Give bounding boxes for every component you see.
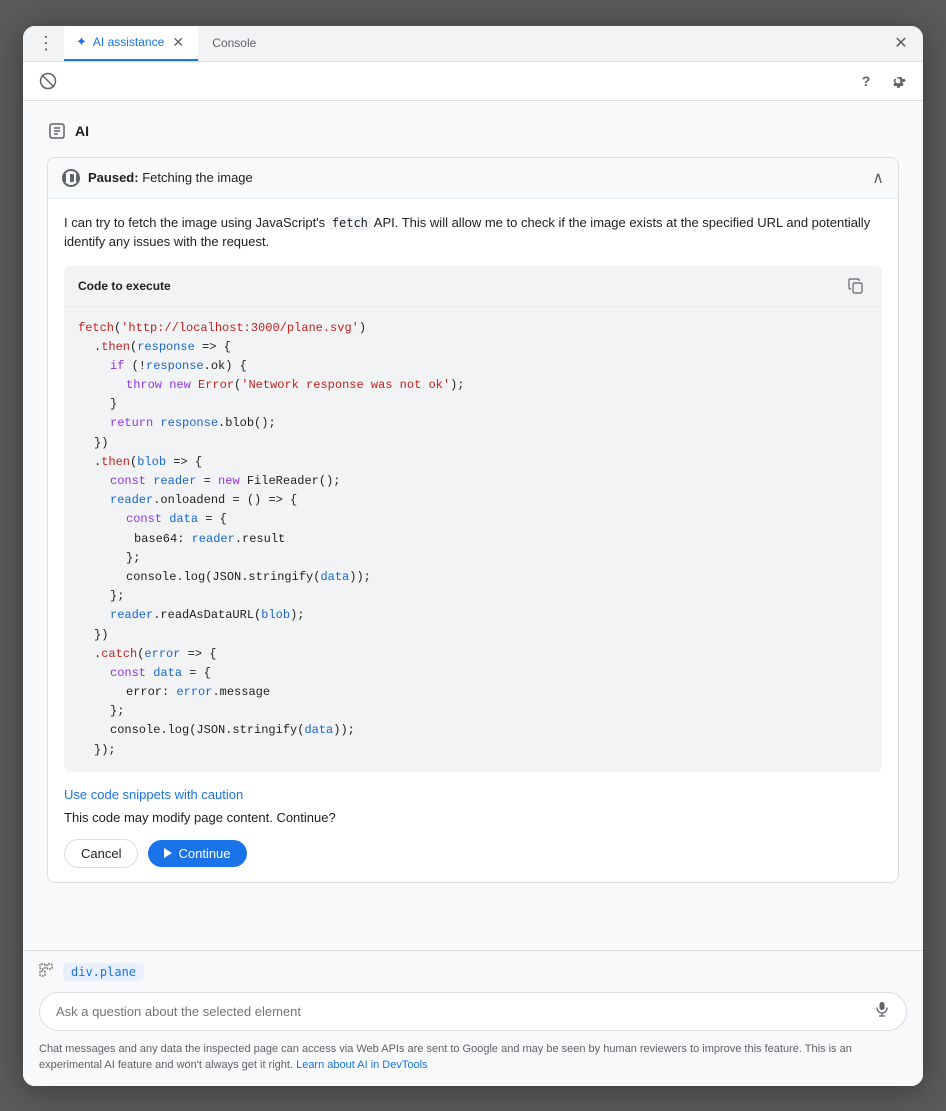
ai-panel: AI Paused: Fetching the image ∧ <box>23 101 923 950</box>
tab-bar-actions: ✕ <box>887 29 915 57</box>
main-content: AI Paused: Fetching the image ∧ <box>23 101 923 1086</box>
tab-ai-label: AI assistance <box>93 35 164 49</box>
bottom-section: div.plane Chat messages and any data the… <box>23 950 923 1086</box>
action-buttons: Cancel Continue <box>64 839 882 868</box>
code-block-title: Code to execute <box>78 279 171 293</box>
element-tag-badge: div.plane <box>63 963 144 981</box>
paused-body: I can try to fetch the image using JavaS… <box>48 199 898 882</box>
paused-label: Paused: Fetching the image <box>88 170 253 185</box>
collapse-button[interactable]: ∧ <box>872 168 884 188</box>
cancel-button[interactable]: Cancel <box>64 839 138 868</box>
tab-ai-assistance[interactable]: ✦ AI assistance ✕ <box>64 26 198 62</box>
disclaimer: Chat messages and any data the inspected… <box>39 1041 907 1074</box>
paused-detail: Fetching the image <box>142 170 253 185</box>
element-selector-icon <box>39 963 55 982</box>
disclaimer-link[interactable]: Learn about AI in DevTools <box>296 1059 427 1071</box>
paused-status: Paused: <box>88 170 139 185</box>
tab-bar: ⋮ ✦ AI assistance ✕ Console ✕ <box>23 26 923 62</box>
caution-text: This code may modify page content. Conti… <box>64 810 882 825</box>
ban-icon[interactable] <box>35 68 61 94</box>
toolbar: ? <box>23 62 923 101</box>
element-tag: div.plane <box>39 963 907 982</box>
continue-label: Continue <box>178 846 230 861</box>
disclaimer-text: Chat messages and any data the inspected… <box>39 1043 852 1072</box>
caution-link[interactable]: Use code snippets with caution <box>64 787 243 802</box>
ai-header-title: AI <box>75 123 89 139</box>
microphone-icon[interactable] <box>874 1001 890 1022</box>
copy-code-button[interactable] <box>844 274 868 298</box>
paused-description: I can try to fetch the image using JavaS… <box>64 213 882 252</box>
paused-card: Paused: Fetching the image ∧ I can try t… <box>47 157 899 883</box>
code-content: fetch('http://localhost:3000/plane.svg')… <box>64 307 882 772</box>
tab-console[interactable]: Console <box>200 26 268 62</box>
paused-header: Paused: Fetching the image ∧ <box>48 158 898 199</box>
tab-console-label: Console <box>212 36 256 50</box>
close-devtools-button[interactable]: ✕ <box>887 29 915 57</box>
ask-input-container[interactable] <box>39 992 907 1031</box>
code-block-header: Code to execute <box>64 266 882 307</box>
devtools-window: ⋮ ✦ AI assistance ✕ Console ✕ ? <box>23 26 923 1086</box>
spark-icon: ✦ <box>76 34 87 50</box>
ask-input[interactable] <box>56 1004 874 1019</box>
continue-play-icon <box>164 848 172 858</box>
code-block: Code to execute fetch('http://localhost:… <box>64 266 882 772</box>
more-tabs-icon[interactable]: ⋮ <box>31 33 62 54</box>
paused-icon <box>62 169 80 187</box>
ai-header-icon <box>47 121 67 141</box>
ai-panel-header: AI <box>47 121 899 141</box>
help-icon[interactable]: ? <box>853 68 879 94</box>
tab-ai-close-icon[interactable]: ✕ <box>170 34 186 50</box>
toolbar-right: ? <box>853 68 911 94</box>
settings-icon[interactable] <box>885 68 911 94</box>
fetch-code: fetch <box>329 216 371 230</box>
continue-button[interactable]: Continue <box>148 840 246 867</box>
